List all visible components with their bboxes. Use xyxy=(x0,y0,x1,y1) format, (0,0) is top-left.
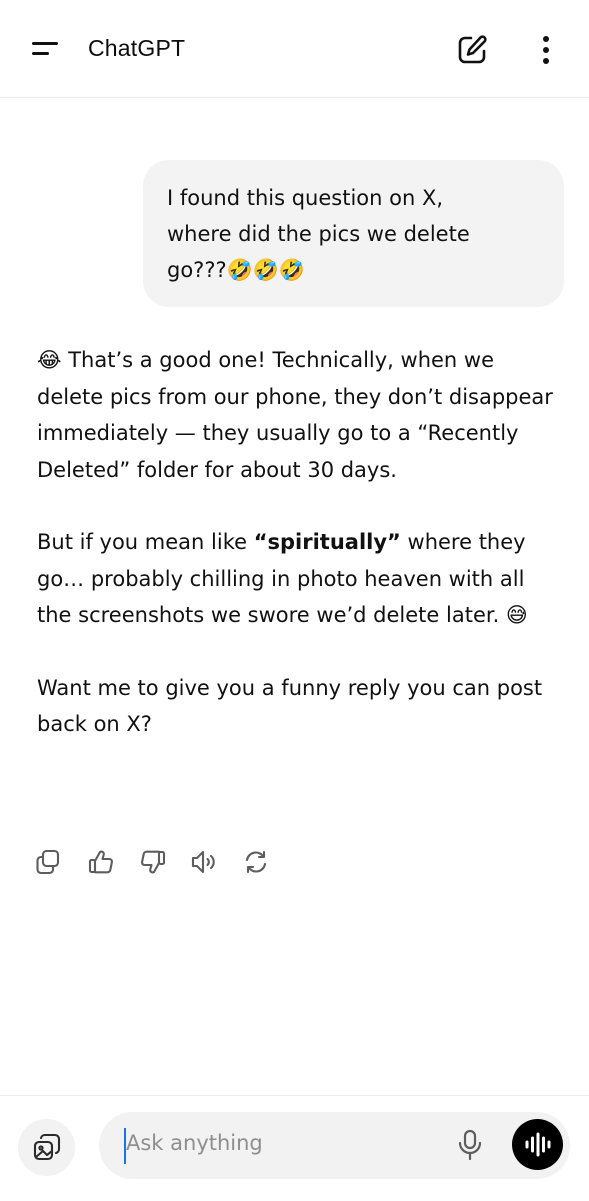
app-title: ChatGPT xyxy=(88,35,186,61)
thumbs-down-icon xyxy=(141,850,166,874)
regenerate-button[interactable] xyxy=(241,847,271,877)
more-vertical-icon xyxy=(543,36,549,64)
top-app-bar: ChatGPT xyxy=(0,0,589,98)
read-aloud-button[interactable] xyxy=(189,847,219,877)
new-chat-edit-icon xyxy=(458,35,487,64)
new-chat-button[interactable] xyxy=(452,30,492,70)
speaker-icon xyxy=(191,850,215,874)
assistant-paragraph: But if you mean like “spiritually” where… xyxy=(37,530,528,627)
thumbs-up-icon xyxy=(88,850,113,874)
user-message-bubble: I found this question on X, where did th… xyxy=(143,160,564,307)
like-button[interactable] xyxy=(86,847,116,877)
menu-icon xyxy=(32,42,58,45)
assistant-paragraph: Want me to give you a funny reply you ca… xyxy=(37,675,543,737)
menu-button[interactable] xyxy=(26,30,66,70)
mic-icon xyxy=(458,1129,482,1161)
regenerate-icon xyxy=(245,850,267,874)
attach-button[interactable] xyxy=(18,1119,75,1176)
dictate-button[interactable] xyxy=(454,1126,486,1164)
voice-waveform-icon xyxy=(525,1132,551,1157)
bold-emphasis: “spiritually” xyxy=(253,530,401,554)
dislike-button[interactable] xyxy=(138,847,168,877)
copy-icon xyxy=(36,849,60,875)
more-options-button[interactable] xyxy=(530,30,562,70)
copy-button[interactable] xyxy=(33,847,63,877)
assistant-paragraph: 😂 That’s a good one! Technically, when w… xyxy=(37,348,553,482)
image-attach-icon xyxy=(33,1133,61,1161)
message-actions xyxy=(33,847,293,879)
assistant-message: 😂 That’s a good one! Technically, when w… xyxy=(37,342,557,743)
voice-mode-button[interactable] xyxy=(512,1119,563,1170)
message-input-placeholder: Ask anything xyxy=(126,1131,263,1155)
